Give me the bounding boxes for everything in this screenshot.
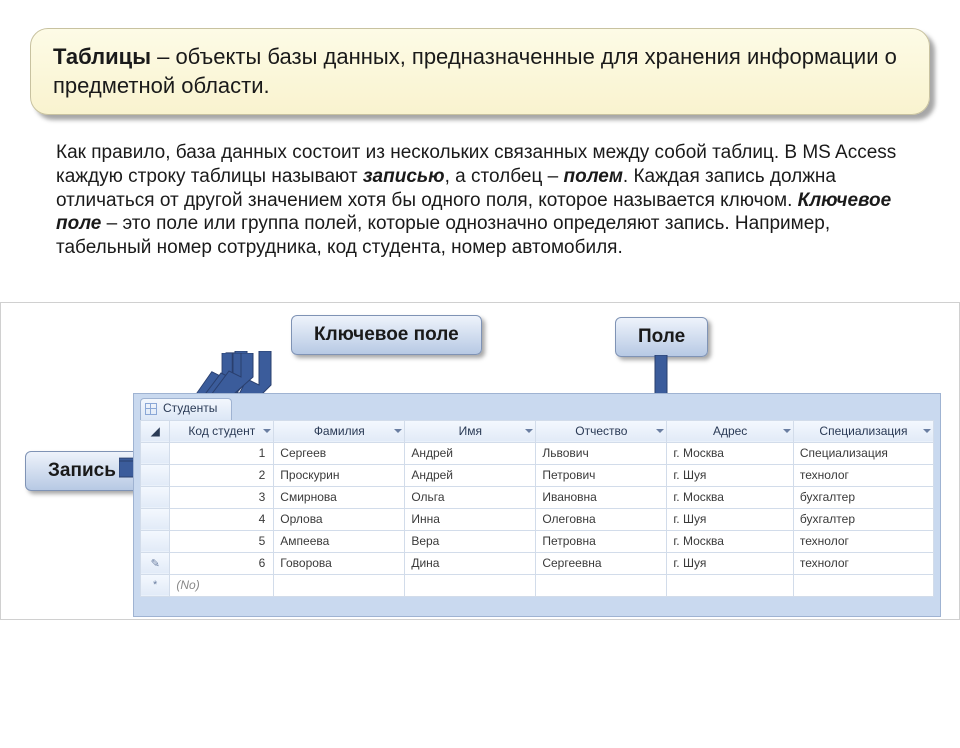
para-text-4: – это поле или группа полей, которые одн… [56,213,830,258]
col-header-1[interactable]: Фамилия [274,420,405,442]
dropdown-icon[interactable] [525,429,533,433]
cell[interactable]: Андрей [405,442,536,464]
cell[interactable]: бухгалтер [793,486,933,508]
title-callout: Таблицы – объекты базы данных, предназна… [30,28,930,115]
table-tab-label: Студенты [163,401,217,415]
cell[interactable]: Петрович [536,464,667,486]
cell-empty[interactable] [793,574,933,596]
callout-field: Поле [615,317,708,357]
row-selector[interactable] [141,486,170,508]
table-row[interactable]: 4 Орлова Инна Олеговна г. Шуя бухгалтер [141,508,934,530]
table-tab[interactable]: Студенты [140,398,232,420]
cell[interactable]: г. Москва [667,530,794,552]
row-selector-editing[interactable]: ✎ [141,552,170,574]
cell[interactable]: Специализация [793,442,933,464]
col-header-3[interactable]: Отчество [536,420,667,442]
cell[interactable]: Смирнова [274,486,405,508]
cell[interactable]: технолог [793,530,933,552]
row-selector-new[interactable]: * [141,574,170,596]
col-header-2-label: Имя [459,424,482,438]
new-row-placeholder[interactable]: (No) [170,574,274,596]
access-table-panel: Студенты ◢ Код студент Фамилия Имя Отчес… [133,393,941,617]
body-paragraph: Как правило, база данных состоит из неск… [56,141,908,260]
cell[interactable]: Львович [536,442,667,464]
para-text-2: , а столбец – [445,166,564,187]
table-row[interactable]: 5 Ампеева Вера Петровна г. Москва технол… [141,530,934,552]
cell[interactable]: Орлова [274,508,405,530]
col-header-id[interactable]: Код студент [170,420,274,442]
dropdown-icon[interactable] [923,429,931,433]
cell[interactable]: Ивановна [536,486,667,508]
col-header-2[interactable]: Имя [405,420,536,442]
cell-id[interactable]: 4 [170,508,274,530]
dropdown-icon[interactable] [394,429,402,433]
cell[interactable]: Инна [405,508,536,530]
cell-id[interactable]: 6 [170,552,274,574]
table-row-new[interactable]: * (No) [141,574,934,596]
cell[interactable]: Андрей [405,464,536,486]
cell[interactable]: Сергеевна [536,552,667,574]
cell-id[interactable]: 5 [170,530,274,552]
callout-key-field: Ключевое поле [291,315,482,355]
header-row: ◢ Код студент Фамилия Имя Отчество Адрес… [141,420,934,442]
cell[interactable]: Ампеева [274,530,405,552]
row-selector[interactable] [141,442,170,464]
col-header-id-label: Код студент [188,424,255,438]
callout-record: Запись [25,451,139,491]
row-selector[interactable] [141,508,170,530]
cell[interactable]: г. Москва [667,442,794,464]
cell-id[interactable]: 2 [170,464,274,486]
data-grid[interactable]: ◢ Код студент Фамилия Имя Отчество Адрес… [140,420,934,597]
dropdown-icon[interactable] [263,429,271,433]
dropdown-icon[interactable] [656,429,664,433]
cell[interactable]: г. Шуя [667,464,794,486]
col-header-5[interactable]: Специализация [793,420,933,442]
diagram-area: Ключевое поле Поле Запись Студенты ◢ [0,302,960,620]
cell[interactable]: Говорова [274,552,405,574]
cell[interactable]: технолог [793,552,933,574]
table-row[interactable]: 1 Сергеев Андрей Львович г. Москва Специ… [141,442,934,464]
cell-empty[interactable] [667,574,794,596]
cell[interactable]: г. Шуя [667,508,794,530]
cell-empty[interactable] [274,574,405,596]
col-header-4[interactable]: Адрес [667,420,794,442]
col-header-5-label: Специализация [819,424,907,438]
cell[interactable]: технолог [793,464,933,486]
table-row[interactable]: ✎ 6 Говорова Дина Сергеевна г. Шуя техно… [141,552,934,574]
col-header-3-label: Отчество [575,424,627,438]
dropdown-icon[interactable] [783,429,791,433]
col-header-1-label: Фамилия [314,424,365,438]
cell[interactable]: Проскурин [274,464,405,486]
cell-id[interactable]: 3 [170,486,274,508]
table-row[interactable]: 2 Проскурин Андрей Петрович г. Шуя техно… [141,464,934,486]
cell[interactable]: Сергеев [274,442,405,464]
cell[interactable]: бухгалтер [793,508,933,530]
cell-empty[interactable] [405,574,536,596]
row-selector[interactable] [141,464,170,486]
para-em-2: полем [563,166,622,187]
title-rest: – объекты базы данных, предназначенные д… [53,44,897,98]
row-selector[interactable] [141,530,170,552]
cell[interactable]: Петровна [536,530,667,552]
title-term: Таблицы [53,44,151,69]
cell-id[interactable]: 1 [170,442,274,464]
cell[interactable]: г. Шуя [667,552,794,574]
col-header-4-label: Адрес [713,424,747,438]
grid-body: 1 Сергеев Андрей Львович г. Москва Специ… [141,442,934,596]
cell[interactable]: Олеговна [536,508,667,530]
cell[interactable]: Ольга [405,486,536,508]
cell-empty[interactable] [536,574,667,596]
para-em-1: записью [363,166,445,187]
cell[interactable]: Вера [405,530,536,552]
table-grid-icon [145,403,157,415]
cell[interactable]: Дина [405,552,536,574]
row-selector-header[interactable]: ◢ [141,420,170,442]
cell[interactable]: г. Москва [667,486,794,508]
table-row[interactable]: 3 Смирнова Ольга Ивановна г. Москва бухг… [141,486,934,508]
